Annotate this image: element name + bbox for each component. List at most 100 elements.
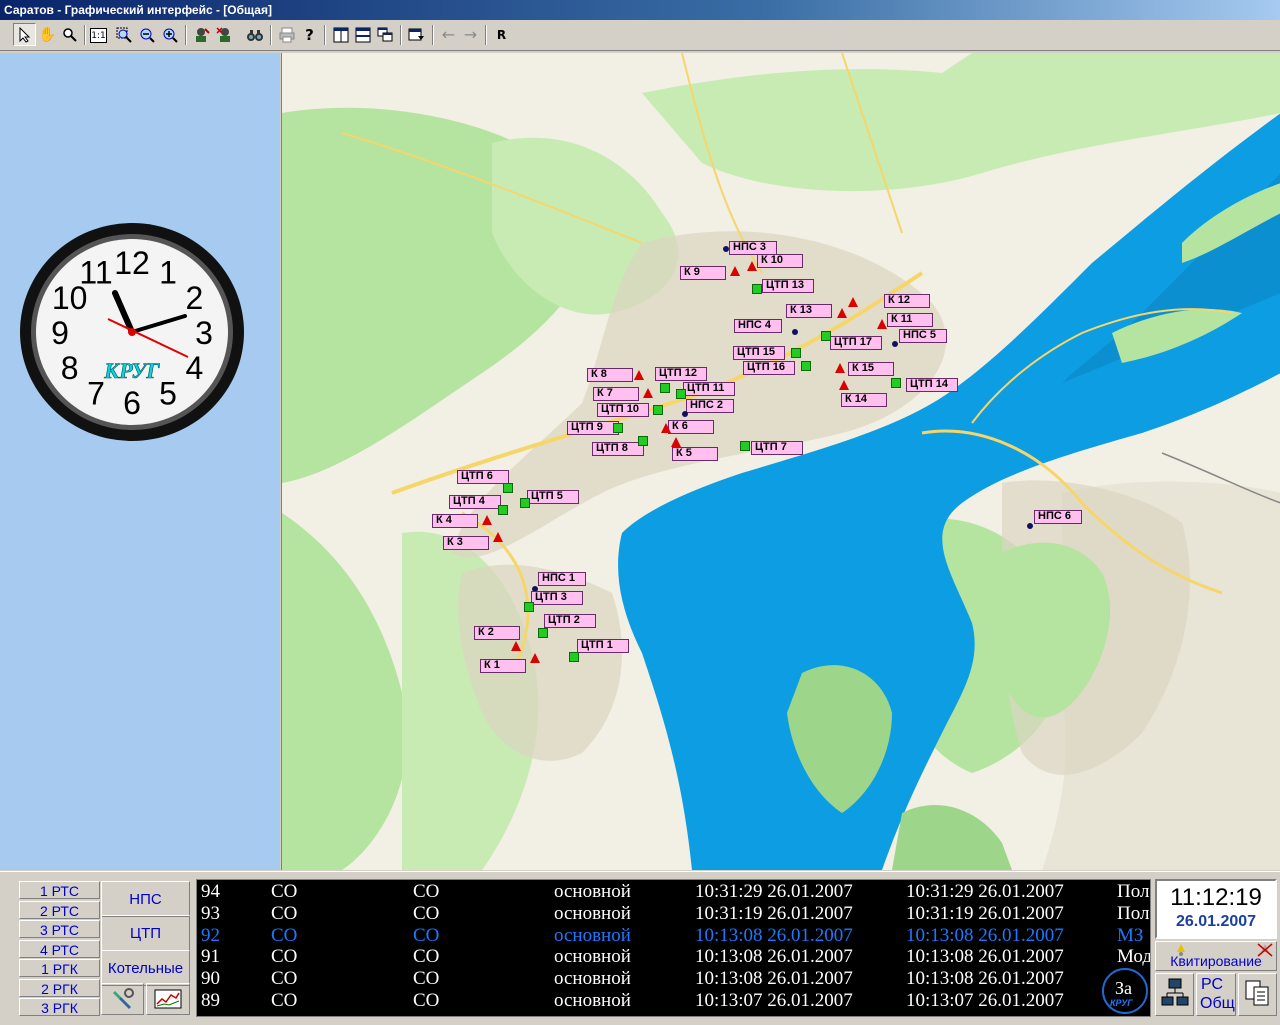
region-button[interactable]: 2 РГК xyxy=(19,979,100,997)
boiler-marker-icon[interactable] xyxy=(835,363,845,373)
boiler-marker-icon[interactable] xyxy=(877,319,887,329)
find-button[interactable] xyxy=(244,24,265,45)
boiler-marker-icon[interactable] xyxy=(730,266,740,276)
zoom-out-button[interactable] xyxy=(136,24,157,45)
map-label[interactable]: ЦТП 4 xyxy=(449,495,501,509)
map-label[interactable]: ЦТП 16 xyxy=(743,361,795,375)
map-label[interactable]: ЦТП 8 xyxy=(592,442,644,456)
map-label[interactable]: НПС 2 xyxy=(686,399,734,413)
city-map[interactable]: НПС 3К 10 К 9 ЦТП 13 К 12 К 13 К 11 НПС 4 НПС 5… xyxy=(281,53,1280,870)
region-button[interactable]: 4 РТС xyxy=(19,940,100,958)
log-row[interactable]: 92 СО СО основной 10:13:08 26.01.2007 10:13:0… xyxy=(197,925,1150,947)
map-label[interactable]: ЦТП 15 xyxy=(733,346,785,360)
map-label[interactable]: К 14 xyxy=(841,393,887,407)
map-label[interactable]: ЦТП 14 xyxy=(906,378,958,392)
map-label[interactable]: К 4 xyxy=(432,514,478,528)
pump-station-marker-icon[interactable] xyxy=(792,329,798,335)
log-row[interactable]: 94 СО СО основной 10:31:29 26.01.2007 10:31:2… xyxy=(197,881,1150,903)
ctp-marker-icon[interactable] xyxy=(520,498,530,508)
map-label[interactable]: ЦТП 13 xyxy=(762,279,814,293)
boiler-marker-icon[interactable] xyxy=(634,370,644,380)
boiler-marker-icon[interactable] xyxy=(671,437,681,447)
map-label[interactable]: К 9 xyxy=(680,266,726,280)
map-label[interactable]: К 3 xyxy=(443,536,489,550)
workstation-button[interactable]: РС Общ xyxy=(1196,973,1236,1016)
network-status-button[interactable] xyxy=(1155,973,1194,1016)
help-button[interactable]: ? xyxy=(299,24,320,45)
map-label[interactable]: К 1 xyxy=(480,659,526,673)
map-label[interactable]: К 8 xyxy=(587,368,633,382)
ctp-marker-icon[interactable] xyxy=(569,652,579,662)
category-boilers-button[interactable]: Котельные xyxy=(101,950,190,986)
ctp-marker-icon[interactable] xyxy=(891,378,901,388)
category-nps-button[interactable]: НПС xyxy=(101,881,190,917)
boiler-marker-icon[interactable] xyxy=(661,423,671,433)
map-label[interactable]: К 7 xyxy=(593,387,639,401)
ctp-marker-icon[interactable] xyxy=(638,436,648,446)
ctp-marker-icon[interactable] xyxy=(538,628,548,638)
map-label[interactable]: НПС 6 xyxy=(1034,510,1082,524)
magnifier-button[interactable] xyxy=(59,24,80,45)
ctp-marker-icon[interactable] xyxy=(613,423,623,433)
pump-station-marker-icon[interactable] xyxy=(723,246,729,252)
map-label[interactable]: ЦТП 2 xyxy=(544,614,596,628)
ctp-marker-icon[interactable] xyxy=(676,389,686,399)
log-row[interactable]: 93 СО СО основной 10:31:19 26.01.2007 10:31:1… xyxy=(197,903,1150,925)
log-row[interactable]: 91 СО СО основной 10:13:08 26.01.2007 10:13:0… xyxy=(197,946,1150,968)
map-label[interactable]: ЦТП 3 xyxy=(531,591,583,605)
map-label[interactable]: ЦТП 5 xyxy=(527,490,579,504)
map-label[interactable]: НПС 1 xyxy=(538,572,586,586)
boiler-marker-icon[interactable] xyxy=(643,388,653,398)
map-label[interactable]: ЦТП 7 xyxy=(751,441,803,455)
object-remove-button[interactable] xyxy=(214,24,235,45)
map-label[interactable]: К 13 xyxy=(786,304,832,318)
event-log[interactable]: 94 СО СО основной 10:31:29 26.01.2007 10:31:2… xyxy=(196,879,1151,1017)
layout-cascade-button[interactable] xyxy=(374,24,395,45)
pump-station-marker-icon[interactable] xyxy=(892,341,898,347)
map-label[interactable]: НПС 3 xyxy=(729,241,777,255)
map-label[interactable]: К 10 xyxy=(757,254,803,268)
map-label[interactable]: НПС 5 xyxy=(899,329,947,343)
map-label[interactable]: ЦТП 6 xyxy=(457,470,509,484)
ctp-marker-icon[interactable] xyxy=(752,284,762,294)
map-label[interactable]: К 15 xyxy=(848,362,894,376)
ctp-marker-icon[interactable] xyxy=(653,405,663,415)
boiler-marker-icon[interactable] xyxy=(530,653,540,663)
map-label[interactable]: К 11 xyxy=(887,313,933,327)
pan-hand-button[interactable]: ✋ xyxy=(37,24,58,45)
boiler-marker-icon[interactable] xyxy=(482,515,492,525)
boiler-marker-icon[interactable] xyxy=(848,297,858,307)
region-button[interactable]: 1 РГК xyxy=(19,959,100,977)
log-row[interactable]: 90 СО СО основной 10:13:08 26.01.2007 10:13:0… xyxy=(197,968,1150,990)
refresh-button[interactable]: R xyxy=(491,24,512,45)
region-button[interactable]: 3 РТС xyxy=(19,920,100,938)
map-label[interactable]: К 12 xyxy=(884,294,930,308)
map-label[interactable]: К 2 xyxy=(474,626,520,640)
boiler-marker-icon[interactable] xyxy=(493,532,503,542)
ctp-marker-icon[interactable] xyxy=(524,602,534,612)
pump-station-marker-icon[interactable] xyxy=(1027,523,1033,529)
object-info-button[interactable] xyxy=(191,24,212,45)
map-label[interactable]: НПС 4 xyxy=(734,319,782,333)
print-button[interactable] xyxy=(276,24,297,45)
layout-horizontal-button[interactable] xyxy=(352,24,373,45)
boiler-marker-icon[interactable] xyxy=(511,641,521,651)
ctp-marker-icon[interactable] xyxy=(740,441,750,451)
documents-button[interactable] xyxy=(1238,973,1277,1016)
category-ctp-button[interactable]: ЦТП xyxy=(101,915,190,951)
forward-button[interactable]: → xyxy=(460,24,481,45)
map-label[interactable]: ЦТП 11 xyxy=(683,382,735,396)
pump-station-marker-icon[interactable] xyxy=(682,411,688,417)
region-button[interactable]: 3 РГК xyxy=(19,998,100,1016)
ctp-marker-icon[interactable] xyxy=(801,361,811,371)
map-label[interactable]: ЦТП 9 xyxy=(567,421,619,435)
boiler-marker-icon[interactable] xyxy=(747,261,757,271)
network-tool-button[interactable] xyxy=(101,983,144,1015)
ctp-marker-icon[interactable] xyxy=(791,348,801,358)
acknowledge-button[interactable]: Квитирование xyxy=(1155,941,1277,971)
map-label[interactable]: ЦТП 10 xyxy=(597,403,649,417)
pointer-tool-button[interactable] xyxy=(13,23,36,46)
boiler-marker-icon[interactable] xyxy=(839,380,849,390)
log-row[interactable]: 89 СО СО основной 10:13:07 26.01.2007 10:13:0… xyxy=(197,990,1150,1012)
zoom-in-button[interactable] xyxy=(159,24,180,45)
